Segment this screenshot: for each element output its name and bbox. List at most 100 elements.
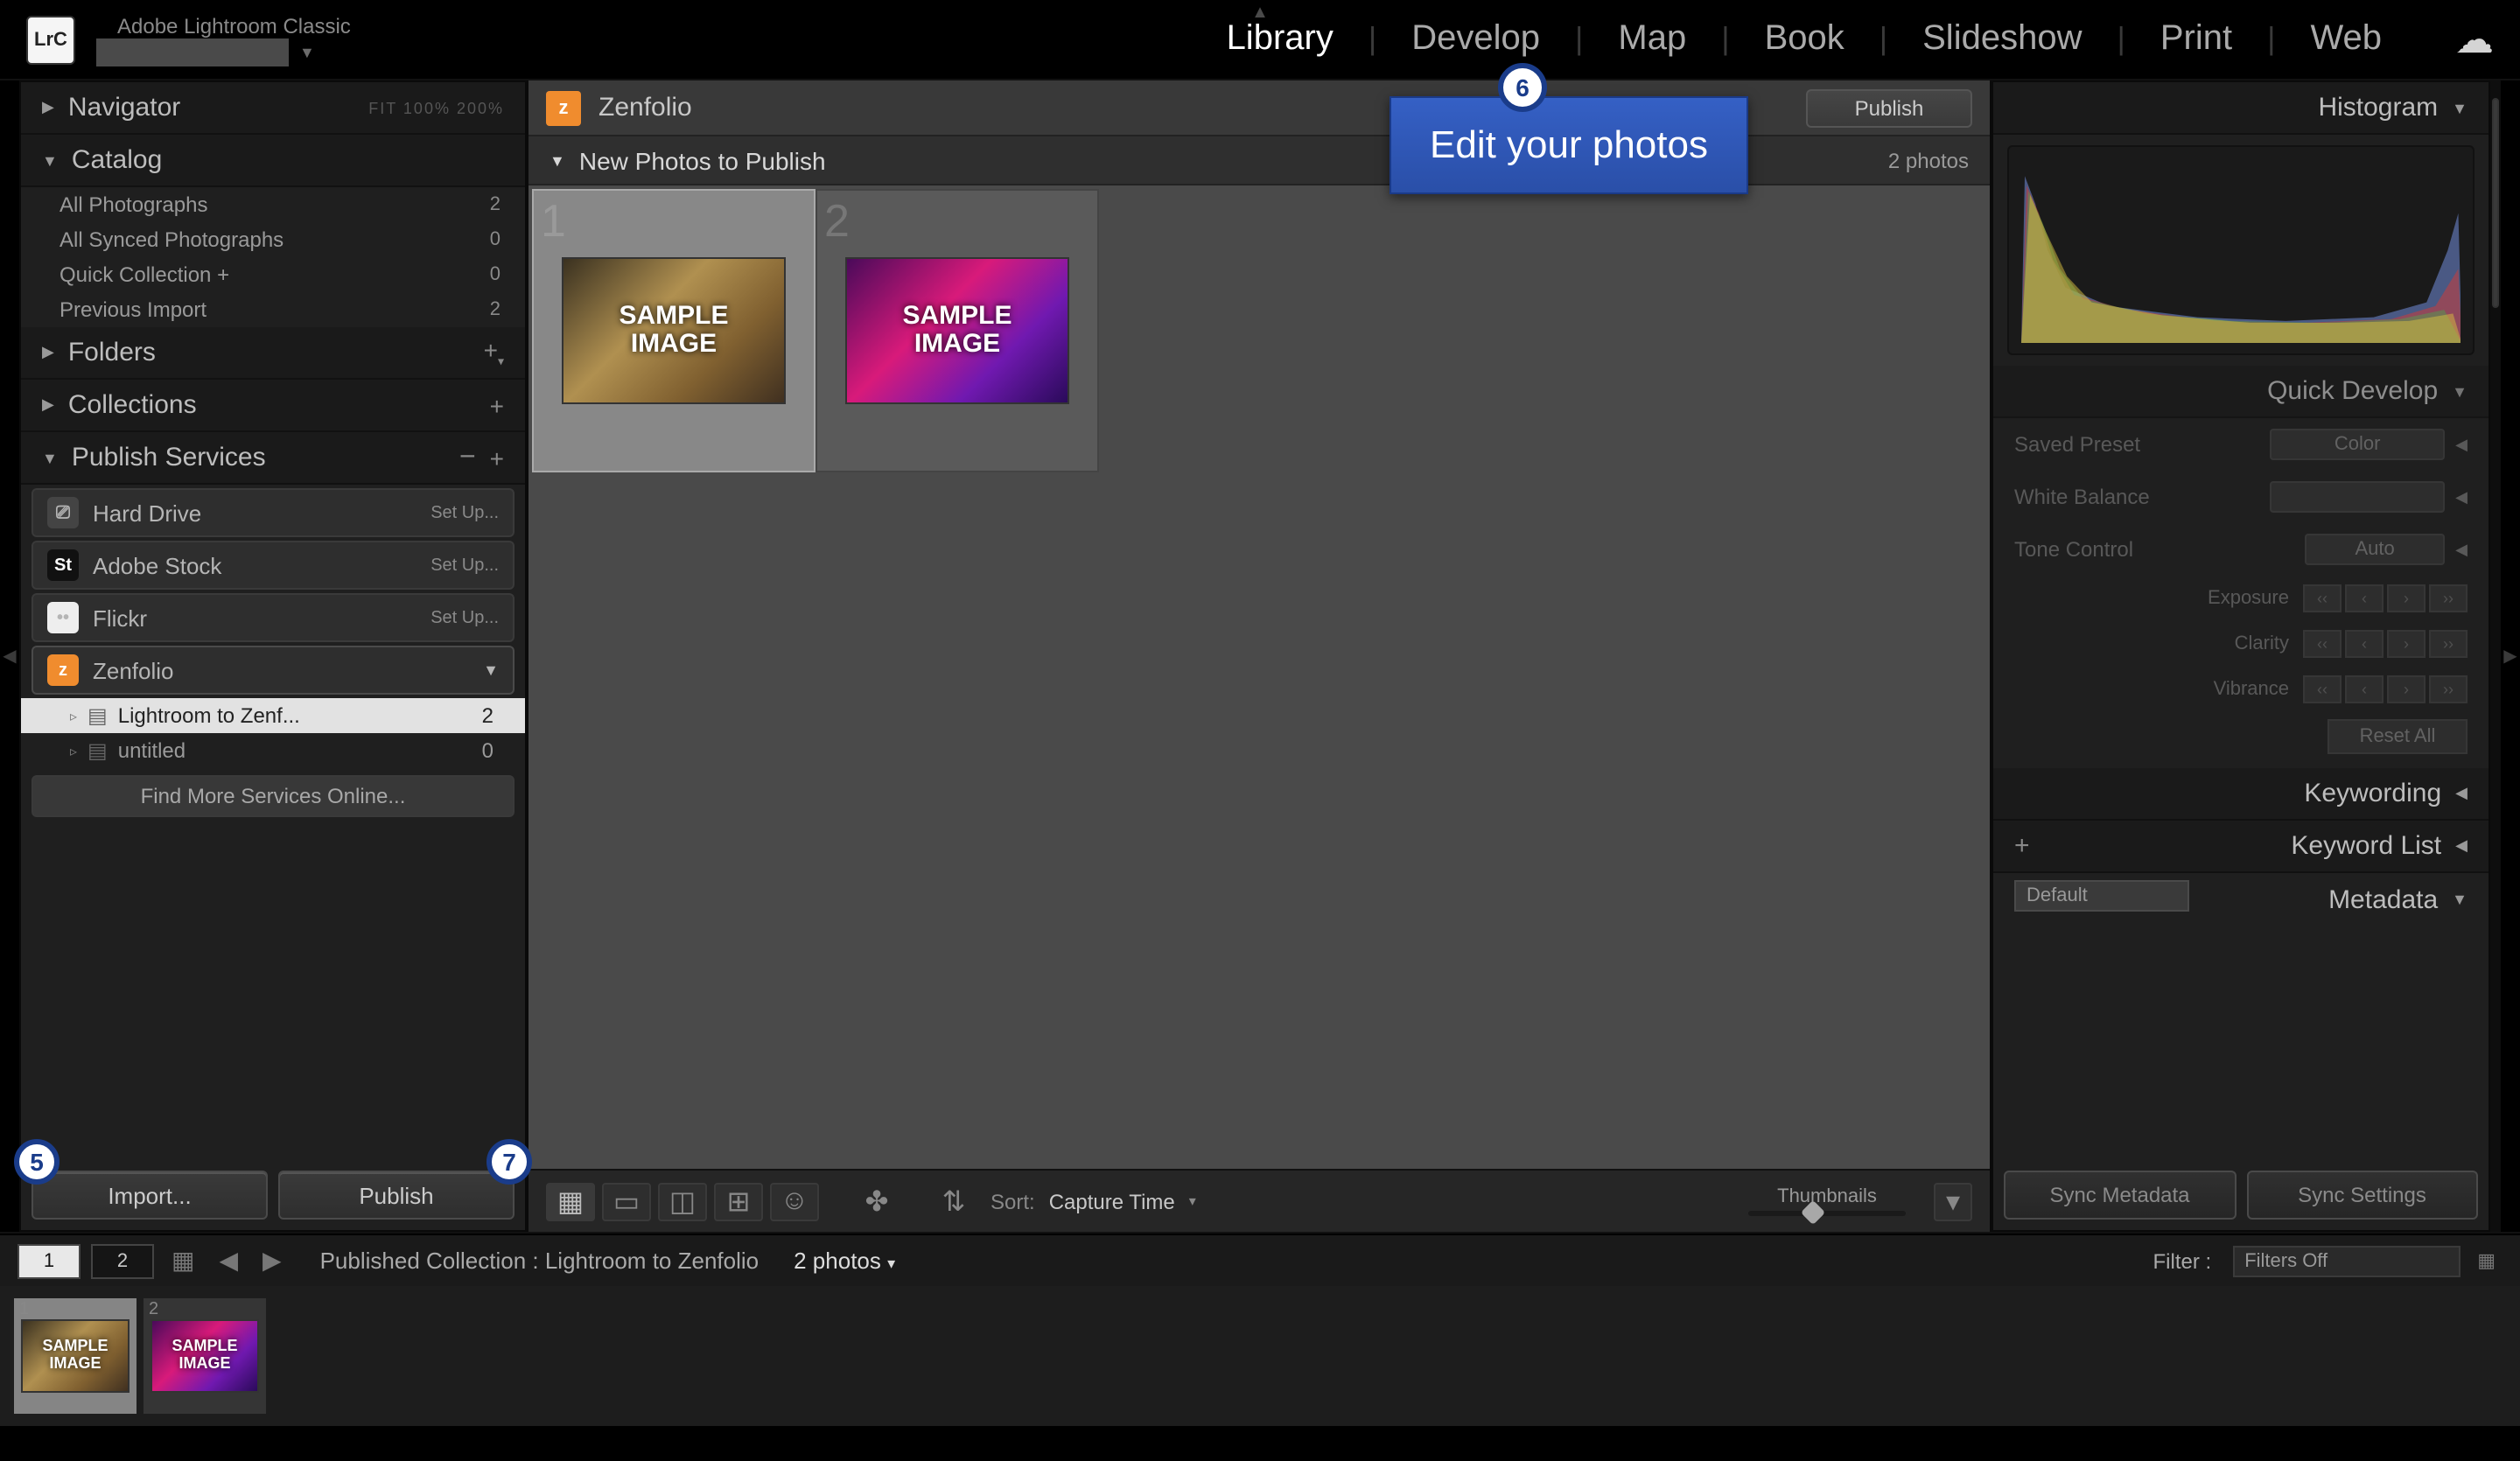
setup-link[interactable]: Set Up... [430, 556, 499, 575]
setup-link[interactable]: Set Up... [430, 503, 499, 522]
decrease-button[interactable]: ‹ [2345, 675, 2384, 703]
filmstrip[interactable]: 1SAMPLEIMAGE2SAMPLEIMAGE [0, 1286, 2520, 1426]
folders-header[interactable]: ▶ Folders +▾ [21, 327, 525, 380]
increase-button[interactable]: › [2387, 675, 2426, 703]
identity-dropdown-icon[interactable]: ▼ [299, 43, 315, 60]
top-panel-toggle-icon[interactable]: ▲ [1251, 3, 1269, 23]
forward-arrow-icon[interactable]: ▶ [256, 1246, 289, 1276]
sort-value[interactable]: Capture Time [1049, 1189, 1175, 1213]
increase-button[interactable]: › [2387, 630, 2426, 658]
expand-arrow-icon[interactable]: ◀ [2455, 487, 2468, 507]
module-print[interactable]: Print [2160, 19, 2232, 59]
right-scrollbar[interactable] [2490, 80, 2501, 1232]
histogram-header[interactable]: Histogram ▼ [1993, 82, 2488, 135]
cloud-sync-icon[interactable]: ☁ [2455, 17, 2494, 62]
setup-link[interactable]: Set Up... [430, 608, 499, 627]
photo-cell[interactable]: 1SAMPLEIMAGE [532, 189, 816, 472]
module-web[interactable]: Web [2310, 19, 2382, 59]
expand-arrow-icon[interactable]: ◀ [2455, 540, 2468, 559]
add-folder-icon[interactable]: +▾ [484, 336, 504, 369]
second-window-button[interactable]: 2 [91, 1243, 154, 1278]
module-slideshow[interactable]: Slideshow [1922, 19, 2082, 59]
decrease-button[interactable]: ‹ [2345, 584, 2384, 612]
photo-count[interactable]: 2 photos ▾ [794, 1248, 895, 1274]
add-collection-icon[interactable]: + [490, 391, 504, 419]
catalog-row[interactable]: All Synced Photographs0 [21, 222, 525, 257]
toolbar-menu-icon[interactable]: ▾ [1934, 1182, 1972, 1220]
publish-service-zf[interactable]: zZenfolio▼ [32, 646, 514, 695]
grid-icon[interactable]: ▦ [164, 1246, 201, 1276]
sort-dropdown-icon[interactable]: ▾ [1189, 1193, 1196, 1209]
navigator-zoom[interactable]: FIT 100% 200% [368, 99, 504, 116]
decrease-large-button[interactable]: ‹‹ [2303, 675, 2342, 703]
import-button[interactable]: Import... [32, 1171, 268, 1220]
expand-icon: ▹ [70, 743, 77, 758]
publish-service-st[interactable]: StAdobe StockSet Up... [32, 541, 514, 590]
quick-develop-header[interactable]: Quick Develop ▼ [1993, 366, 2488, 418]
increase-large-button[interactable]: ›› [2429, 630, 2468, 658]
sync-settings-button[interactable]: Sync Settings [2246, 1171, 2478, 1220]
filmstrip-cell[interactable]: 1SAMPLEIMAGE [14, 1298, 136, 1414]
metadata-preset-select[interactable]: Default [2014, 880, 2189, 912]
module-map[interactable]: Map [1618, 19, 1686, 59]
spray-tool-icon[interactable]: ✤ [858, 1182, 896, 1220]
filter-lock-icon[interactable]: ▦ [2470, 1249, 2502, 1272]
filmstrip-cell[interactable]: 2SAMPLEIMAGE [144, 1298, 266, 1414]
white-balance-select[interactable] [2270, 481, 2445, 513]
identity-plate[interactable] [96, 38, 289, 66]
navigator-header[interactable]: ▶ Navigator FIT 100% 200% [21, 82, 525, 135]
module-book[interactable]: Book [1765, 19, 1844, 59]
thumbnail-size-slider[interactable] [1748, 1211, 1906, 1216]
module-library[interactable]: Library [1227, 19, 1334, 59]
sync-metadata-button[interactable]: Sync Metadata [2004, 1171, 2236, 1220]
publish-button[interactable]: Publish [278, 1171, 514, 1220]
decrease-large-button[interactable]: ‹‹ [2303, 584, 2342, 612]
publish-service-fl[interactable]: ••FlickrSet Up... [32, 593, 514, 642]
increase-button[interactable]: › [2387, 584, 2426, 612]
collection-path[interactable]: Published Collection : Lightroom to Zenf… [320, 1248, 760, 1274]
metadata-header[interactable]: Metadata ▼ [2189, 873, 2488, 926]
increase-large-button[interactable]: ›› [2429, 675, 2468, 703]
module-develop[interactable]: Develop [1411, 19, 1540, 59]
right-edge-toggle[interactable]: ▶ [2501, 80, 2520, 1232]
zenfolio-icon: z [546, 90, 581, 125]
left-edge-toggle[interactable]: ◀ [0, 80, 19, 1232]
catalog-row[interactable]: Quick Collection +0 [21, 257, 525, 292]
collections-header[interactable]: ▶ Collections + [21, 380, 525, 432]
find-more-services-button[interactable]: Find More Services Online... [32, 775, 514, 817]
publish-services-header[interactable]: ▼ Publish Services − + [21, 432, 525, 485]
expand-arrow-icon[interactable]: ◀ [2455, 435, 2468, 454]
add-service-icon[interactable]: + [490, 444, 504, 472]
main-window-button[interactable]: 1 [18, 1243, 80, 1278]
center-panel: z Zenfolio Publish ▼ New Photos to Publi… [527, 80, 1992, 1232]
remove-service-icon[interactable]: − [459, 442, 476, 473]
increase-large-button[interactable]: ›› [2429, 584, 2468, 612]
saved-preset-select[interactable]: Color [2270, 429, 2445, 460]
header-publish-button[interactable]: Publish [1806, 88, 1972, 127]
loupe-view-icon[interactable]: ▭ [602, 1182, 651, 1220]
decrease-large-button[interactable]: ‹‹ [2303, 630, 2342, 658]
chevron-down-icon[interactable]: ▼ [483, 661, 499, 679]
saved-preset-row: Saved Preset Color ◀ [1993, 418, 2488, 471]
photo-cell[interactable]: 2SAMPLEIMAGE [816, 189, 1099, 472]
filter-select[interactable]: Filters Off [2232, 1245, 2460, 1276]
published-collection-row[interactable]: ▹▤Lightroom to Zenf...2 [21, 698, 525, 733]
auto-tone-button[interactable]: Auto [2305, 534, 2445, 565]
section-header[interactable]: ▼ New Photos to Publish 2 photos [528, 136, 1990, 185]
publish-service-hd[interactable]: ⎚Hard DriveSet Up... [32, 488, 514, 537]
decrease-button[interactable]: ‹ [2345, 630, 2384, 658]
sort-direction-icon[interactable]: ⇅ [934, 1182, 973, 1220]
published-collection-row[interactable]: ▹▤untitled0 [21, 733, 525, 768]
back-arrow-icon[interactable]: ◀ [212, 1246, 245, 1276]
survey-view-icon[interactable]: ⊞ [714, 1182, 763, 1220]
keyword-list-header[interactable]: + Keyword List ◀ [1993, 821, 2488, 873]
keywording-header[interactable]: Keywording ◀ [1993, 768, 2488, 821]
photo-grid[interactable]: 1SAMPLEIMAGE2SAMPLEIMAGE [528, 185, 1990, 1169]
catalog-row[interactable]: All Photographs2 [21, 187, 525, 222]
reset-all-button[interactable]: Reset All [2328, 719, 2468, 754]
compare-view-icon[interactable]: ◫ [658, 1182, 707, 1220]
people-view-icon[interactable]: ☺ [770, 1182, 819, 1220]
catalog-row[interactable]: Previous Import2 [21, 292, 525, 327]
catalog-header[interactable]: ▼ Catalog [21, 135, 525, 187]
grid-view-icon[interactable]: ▦ [546, 1182, 595, 1220]
